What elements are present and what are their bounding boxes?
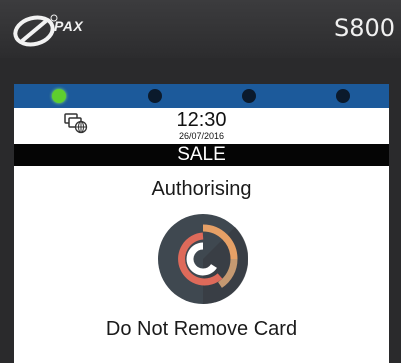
- terminal-screen: 12:30 26/07/2016 SALE Authorising Do Not…: [14, 84, 389, 363]
- led-indicator-4: [336, 89, 350, 103]
- clock-time: 12:30: [176, 109, 227, 131]
- model-label: S800: [333, 14, 395, 42]
- do-not-remove-card-message: Do Not Remove Card: [105, 318, 298, 340]
- led-indicator-3: [242, 89, 256, 103]
- brand-label: PAX: [54, 18, 84, 34]
- led-indicator-1: [52, 89, 66, 103]
- transaction-title: SALE: [14, 144, 389, 166]
- clock-date: 26/07/2016: [178, 131, 225, 141]
- led-bar: [14, 84, 389, 108]
- loading-spinner-icon: [158, 214, 248, 304]
- led-indicator-2: [148, 89, 162, 103]
- authorising-text: Authorising: [151, 178, 252, 200]
- device-header: PAX S800: [0, 0, 401, 58]
- status-row: 12:30 26/07/2016: [14, 108, 389, 144]
